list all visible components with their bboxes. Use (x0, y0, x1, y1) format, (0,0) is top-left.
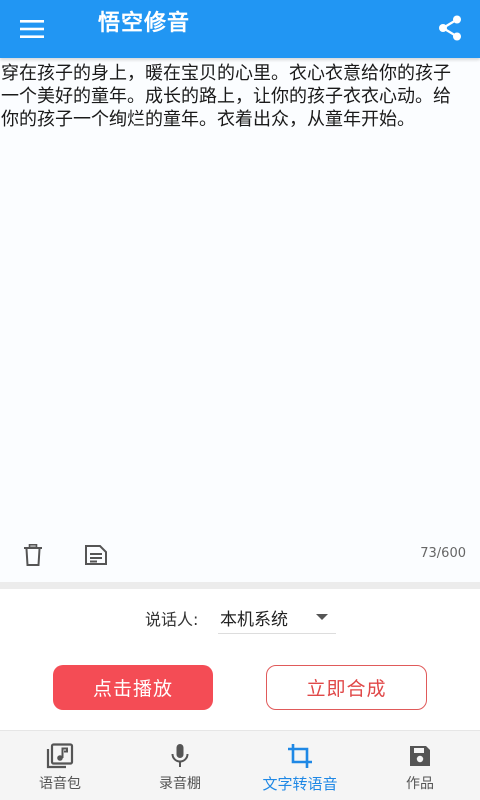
nav-item-recording-studio[interactable]: 录音棚 (140, 731, 220, 800)
speaker-dropdown[interactable]: 本机系统 (218, 600, 336, 634)
speaker-selected-value: 本机系统 (220, 610, 288, 630)
menu-button[interactable] (14, 11, 50, 47)
section-divider (0, 582, 480, 589)
nav-label-works: 作品 (406, 776, 434, 792)
bottom-navigation: 语音包 录音棚 文字转语音 作品 (0, 730, 480, 800)
notes-button[interactable] (82, 542, 110, 568)
character-count: 73/600 (420, 546, 466, 561)
dropdown-arrow-icon (316, 614, 328, 620)
microphone-icon (171, 744, 189, 767)
nav-item-text-to-speech[interactable]: 文字转语音 (245, 731, 355, 800)
trash-icon (24, 544, 42, 566)
crop-icon (288, 744, 312, 768)
music-library-icon (46, 743, 74, 769)
save-icon (410, 746, 430, 766)
nav-item-voice-pack[interactable]: 语音包 (20, 731, 100, 800)
nav-label-text-to-speech: 文字转语音 (262, 775, 338, 793)
speaker-row: 说话人: 本机系统 (0, 600, 480, 634)
synthesize-button[interactable]: 立即合成 (266, 665, 427, 710)
speaker-label: 说话人: (145, 610, 199, 629)
nav-label-recording-studio: 录音棚 (159, 776, 201, 792)
text-editor-area: 穿在孩子的身上，暖在宝贝的心里。衣心衣意给你的孩子一个美好的童年。成长的路上，让… (0, 58, 480, 582)
app-bar: 悟空修音 (0, 0, 480, 58)
play-button[interactable]: 点击播放 (53, 665, 213, 710)
share-icon (439, 15, 461, 41)
nav-item-works[interactable]: 作品 (380, 731, 460, 800)
text-input[interactable]: 穿在孩子的身上，暖在宝贝的心里。衣心衣意给你的孩子一个美好的童年。成长的路上，让… (0, 62, 452, 522)
clear-text-button[interactable] (20, 542, 46, 568)
app-title: 悟空修音 (98, 11, 191, 36)
menu-icon (20, 20, 44, 38)
nav-label-voice-pack: 语音包 (39, 776, 81, 792)
notes-icon (85, 545, 107, 565)
share-button[interactable] (430, 8, 470, 48)
